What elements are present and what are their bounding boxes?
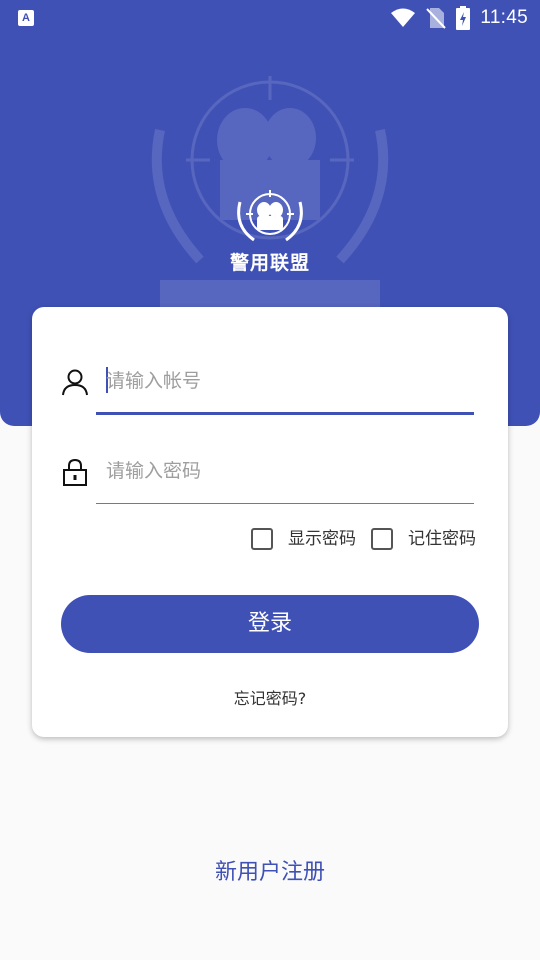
clock-time: 11:45 (480, 7, 528, 28)
login-card: 显示密码 记住密码 登录 忘记密码? (32, 307, 508, 737)
login-button[interactable]: 登录 (61, 595, 479, 653)
wifi-icon (391, 8, 416, 27)
user-icon (62, 369, 88, 396)
battery-icon (456, 6, 471, 30)
status-bar: A 11:45 (0, 0, 540, 36)
police-alliance-logo-icon (237, 190, 303, 242)
status-icons: 11:45 (390, 4, 528, 32)
show-password-label[interactable]: 显示密码 (288, 526, 356, 552)
remember-password-checkbox[interactable] (371, 528, 393, 550)
app-notification-icon: A (18, 10, 34, 26)
lock-icon (63, 458, 87, 486)
account-input[interactable] (106, 367, 472, 395)
forgot-password-link[interactable]: 忘记密码? (32, 685, 508, 709)
show-password-checkbox[interactable] (251, 528, 273, 550)
password-input[interactable] (106, 457, 472, 485)
no-sim-icon (426, 8, 447, 29)
remember-password-label[interactable]: 记住密码 (408, 526, 476, 552)
register-link[interactable]: 新用户注册 (0, 854, 540, 886)
password-input-underline (96, 503, 474, 504)
account-input-underline (96, 412, 474, 415)
logo-title: 警用联盟 (229, 252, 310, 274)
